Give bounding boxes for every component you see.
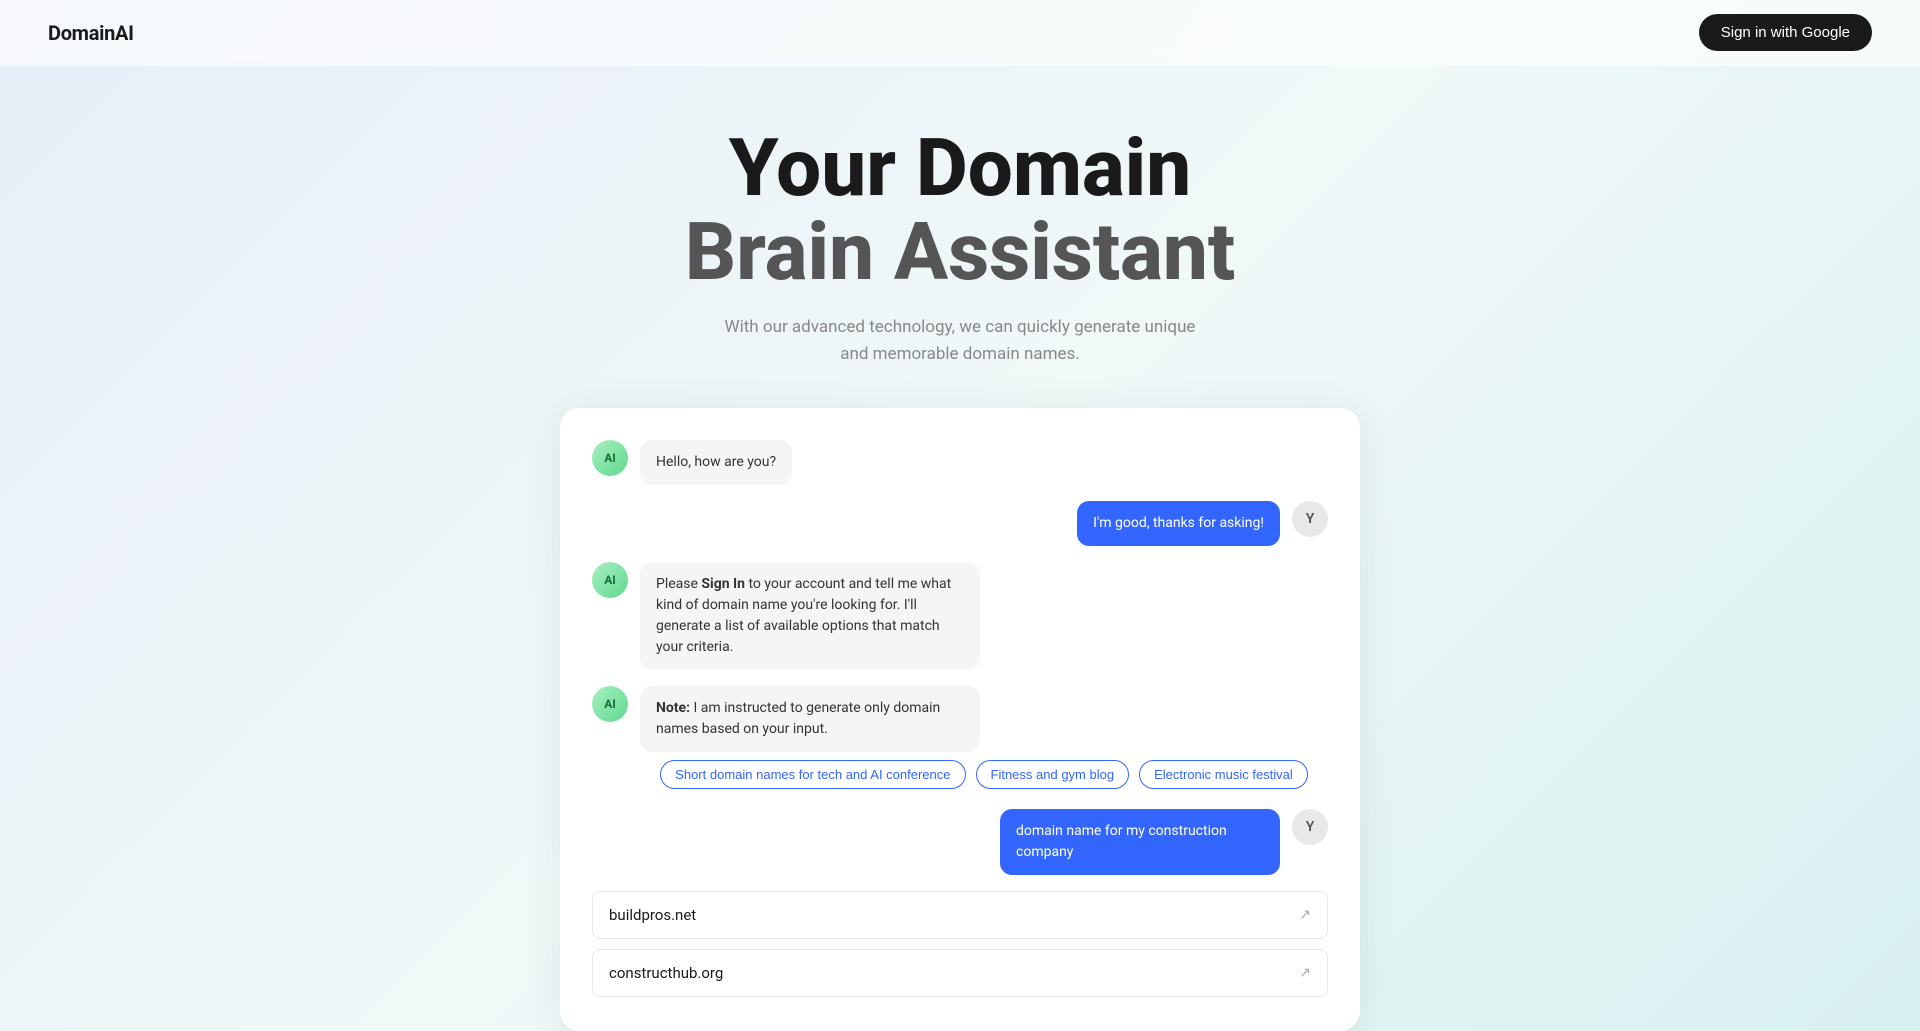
user-bubble-2: domain name for my construction company — [1000, 809, 1280, 875]
hero-subtitle: With our advanced technology, we can qui… — [20, 314, 1900, 368]
user-bubble-1: I'm good, thanks for asking! — [1077, 501, 1280, 546]
suggestions-row: Short domain names for tech and AI confe… — [560, 752, 1360, 797]
note-bold: Note: — [656, 700, 690, 716]
ai-avatar-1: AI — [592, 440, 628, 476]
chat-messages: AI Hello, how are you? I'm good, thanks … — [560, 440, 1360, 752]
user-message-2: domain name for my construction company … — [592, 809, 1328, 875]
domain-results: buildpros.net ↗ constructhub.org ↗ — [560, 875, 1360, 997]
user-avatar-1: Y — [1292, 501, 1328, 537]
user-avatar-2: Y — [1292, 809, 1328, 845]
user-message-2-row: domain name for my construction company … — [560, 797, 1360, 875]
ai-bubble-2: Please Sign In to your account and tell … — [640, 562, 980, 670]
domain-name-2: constructhub.org — [609, 964, 723, 982]
domain-name-1: buildpros.net — [609, 906, 696, 924]
sign-in-button[interactable]: Sign in with Google — [1699, 14, 1872, 51]
hero-title-line1: Your Domain — [20, 126, 1900, 210]
external-link-icon-2[interactable]: ↗ — [1299, 965, 1311, 981]
ai-message-3: AI Note: I am instructed to generate onl… — [592, 686, 1328, 752]
domain-result-2[interactable]: constructhub.org ↗ — [592, 949, 1328, 997]
ai-message-1: AI Hello, how are you? — [592, 440, 1328, 485]
header: DomainAI Sign in with Google — [0, 0, 1920, 66]
user-message-1: I'm good, thanks for asking! Y — [592, 501, 1328, 546]
chat-container: AI Hello, how are you? I'm good, thanks … — [560, 408, 1360, 1031]
ai-message-2: AI Please Sign In to your account and te… — [592, 562, 1328, 670]
ai-avatar-3: AI — [592, 686, 628, 722]
suggestion-chip-3[interactable]: Electronic music festival — [1139, 760, 1308, 789]
hero-subtitle-line2: and memorable domain names. — [840, 344, 1080, 364]
hero-subtitle-line1: With our advanced technology, we can qui… — [725, 317, 1196, 337]
ai-avatar-2: AI — [592, 562, 628, 598]
suggestion-chip-1[interactable]: Short domain names for tech and AI confe… — [660, 760, 965, 789]
domain-result-1[interactable]: buildpros.net ↗ — [592, 891, 1328, 939]
ai-bubble-1: Hello, how are you? — [640, 440, 792, 485]
external-link-icon-1[interactable]: ↗ — [1299, 907, 1311, 923]
hero-title-line2: Brain Assistant — [20, 210, 1900, 294]
logo: DomainAI — [48, 21, 134, 45]
suggestion-chip-2[interactable]: Fitness and gym blog — [976, 760, 1130, 789]
sign-in-bold: Sign In — [701, 576, 745, 592]
hero-section: Your Domain Brain Assistant With our adv… — [0, 66, 1920, 408]
ai-bubble-3: Note: I am instructed to generate only d… — [640, 686, 980, 752]
